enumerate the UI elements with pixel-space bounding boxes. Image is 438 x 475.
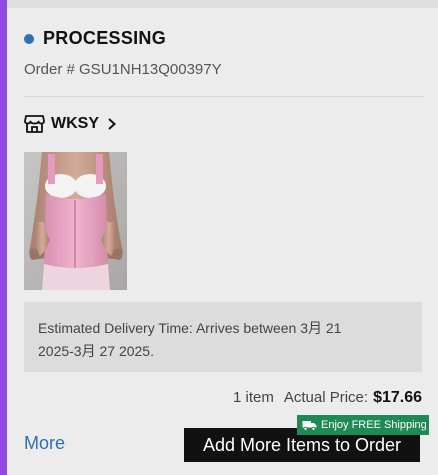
price-label: Actual Price: — [283, 389, 369, 406]
truck-icon — [302, 420, 317, 431]
order-summary: 1 item Actual Price: $17.66 — [233, 389, 422, 407]
accent-bar — [0, 0, 7, 475]
delivery-text-line1: Estimated Delivery Time: Arrives between… — [38, 320, 342, 336]
delivery-text-line2: 2025-3月 27 2025. — [38, 343, 154, 359]
chevron-right-icon — [108, 118, 116, 130]
divider — [24, 96, 424, 97]
price-value: $17.66 — [373, 389, 422, 406]
product-image[interactable] — [24, 152, 127, 290]
order-number: Order # GSU1NH13Q00397Y — [24, 61, 222, 78]
store-name: WKSY — [51, 115, 99, 132]
item-count: 1 item — [233, 389, 274, 406]
product-illustration — [24, 152, 127, 290]
store-icon — [24, 115, 45, 133]
status-dot-icon — [24, 33, 34, 44]
delivery-info: Estimated Delivery Time: Arrives between… — [24, 302, 422, 372]
store-link[interactable]: WKSY — [24, 114, 117, 134]
free-shipping-text: Enjoy FREE Shipping — [321, 419, 427, 431]
order-status: PROCESSING — [43, 28, 167, 48]
status-row: PROCESSING — [24, 28, 166, 49]
free-shipping-badge: Enjoy FREE Shipping — [297, 415, 429, 435]
more-button[interactable]: More — [24, 433, 65, 454]
top-strip — [0, 0, 438, 8]
order-page: PROCESSING Order # GSU1NH13Q00397Y WKSY — [0, 0, 438, 475]
